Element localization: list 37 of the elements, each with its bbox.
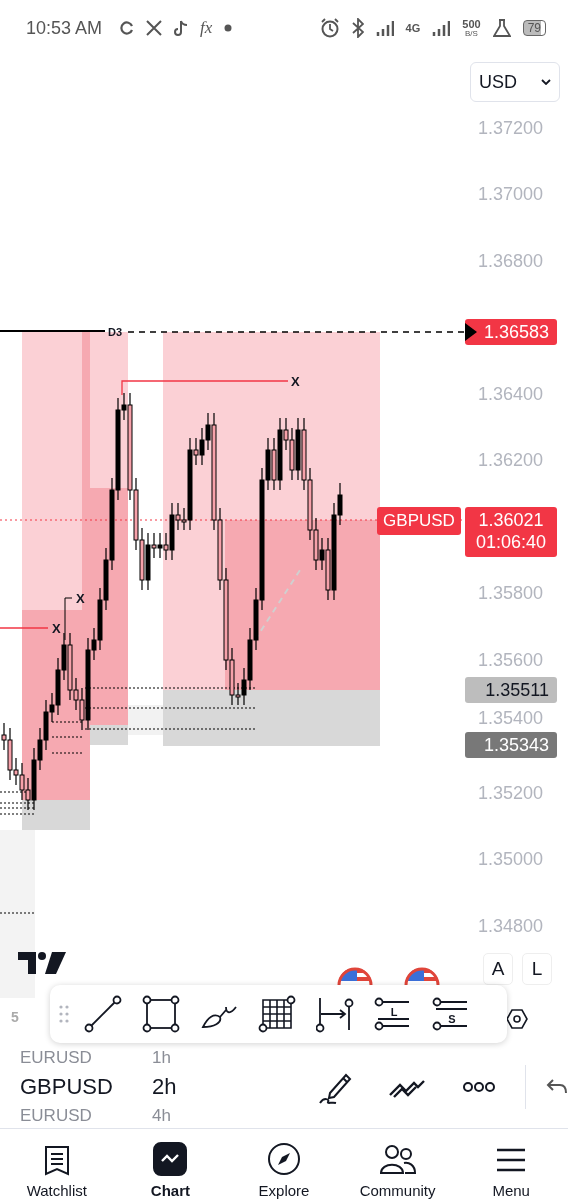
- symbol-label: GBPUSD: [377, 507, 461, 535]
- log-scale-button[interactable]: L: [522, 953, 552, 985]
- chart-label: D3: [108, 326, 123, 338]
- chart-label: X: [76, 590, 85, 606]
- clock-time: 10:53 AM: [26, 17, 103, 39]
- price-label: 1.35343: [465, 732, 557, 758]
- speed-unit: B/S: [465, 29, 478, 38]
- price-tick: 1.36400: [478, 383, 544, 405]
- price-label: 1.36583: [465, 319, 557, 345]
- network-speed: 500: [462, 18, 481, 30]
- price-label: 1.35511: [465, 677, 557, 703]
- price-tick: 1.35600: [478, 649, 544, 671]
- nav-tab[interactable]: Menu: [454, 1129, 568, 1200]
- price-tick: 1.37200: [478, 117, 544, 139]
- chart-label: X: [291, 373, 300, 389]
- last-price: 1.36021: [478, 510, 544, 532]
- price-tick: 1.36800: [478, 250, 544, 272]
- price-tick: 1.34800: [478, 915, 544, 937]
- nav-tab[interactable]: Explore: [227, 1129, 341, 1200]
- currency-select[interactable]: USD: [470, 62, 560, 102]
- price-tick: 1.35800: [478, 582, 544, 604]
- battery-level: 79: [522, 20, 546, 36]
- chart-label: X: [52, 620, 61, 636]
- nav-tab[interactable]: Watchlist: [0, 1129, 114, 1200]
- price-tick: 1.36200: [478, 449, 544, 471]
- price-tick: 1.37000: [478, 183, 544, 205]
- nav-tab[interactable]: Community: [340, 1129, 455, 1200]
- axis-value: 5: [11, 1009, 19, 1025]
- price-tick: 1.35000: [478, 848, 544, 870]
- auto-scale-button[interactable]: A: [483, 953, 513, 985]
- symbol-item[interactable]: GBPUSD 2h: [20, 1068, 192, 1105]
- price-tick: 1.35200: [478, 782, 544, 804]
- nav-tab[interactable]: Chart: [113, 1129, 228, 1200]
- app-indicator: fx: [200, 18, 213, 38]
- network-type: 4G: [405, 22, 421, 34]
- price-tick: 1.35400: [478, 707, 544, 729]
- bar-countdown: 01:06:40: [475, 532, 547, 554]
